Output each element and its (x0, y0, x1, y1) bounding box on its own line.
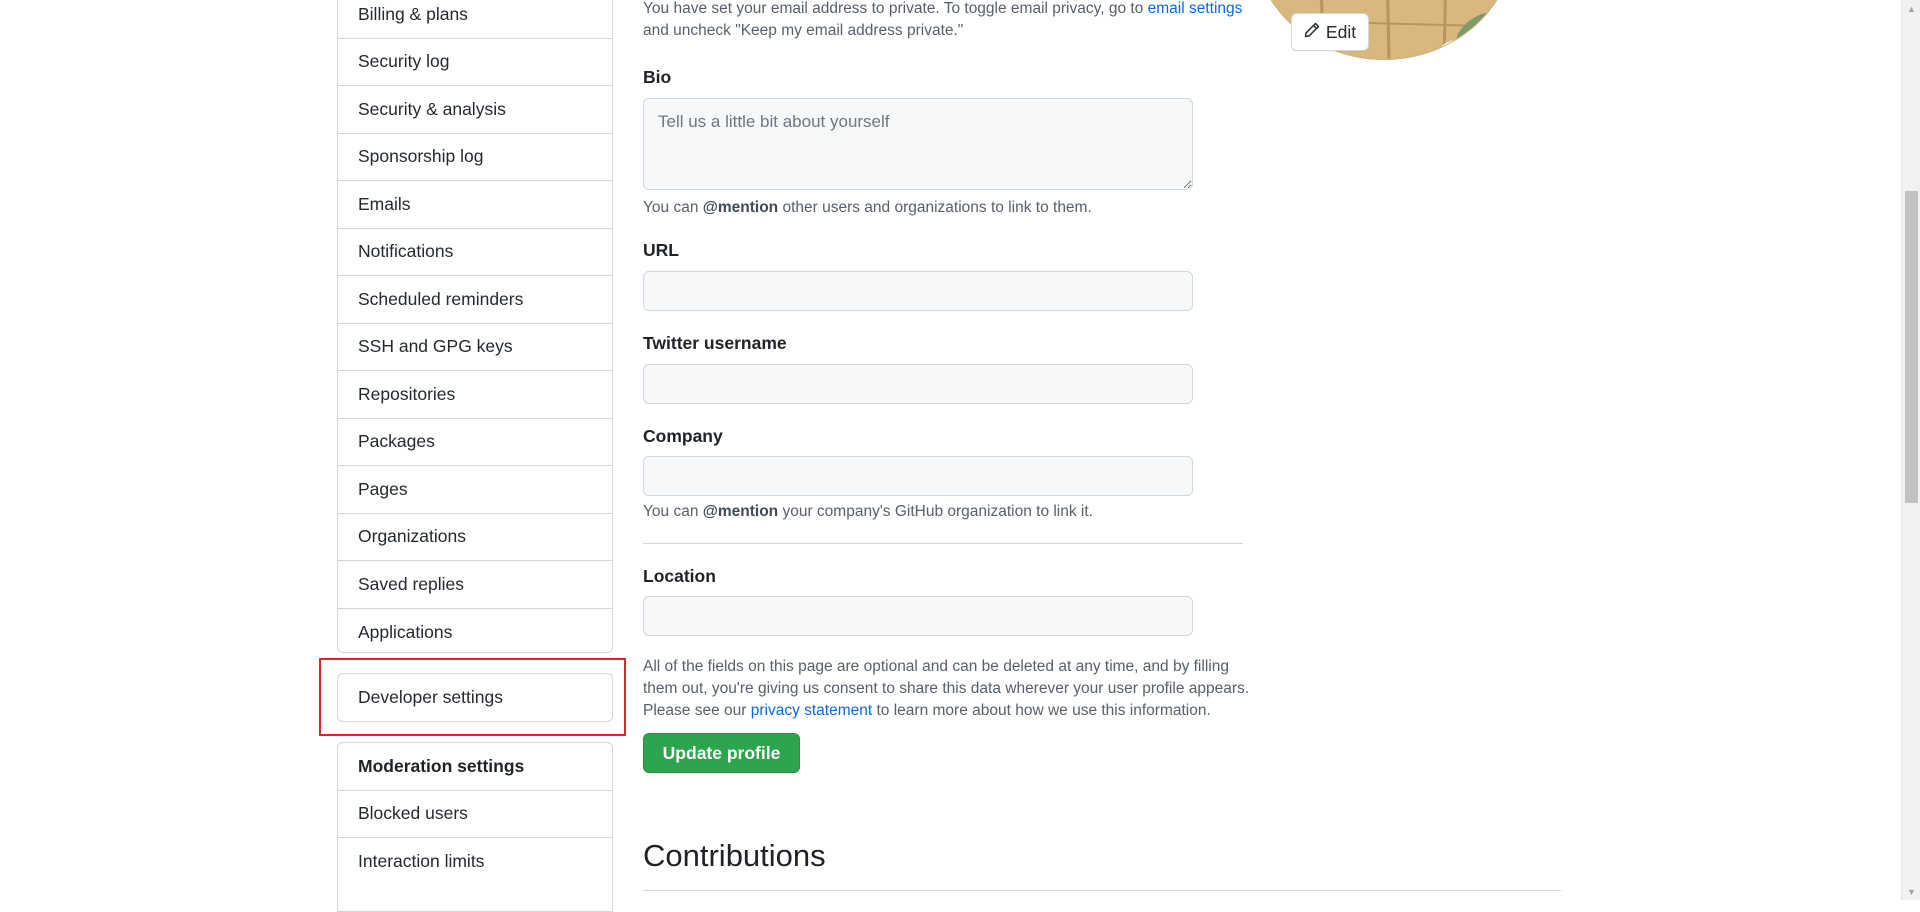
update-profile-button[interactable]: Update profile (643, 733, 800, 773)
disclaimer-line-3: Please see our (643, 702, 751, 719)
bio-note-suffix: other users and organizations to link to… (778, 199, 1092, 216)
sidebar-item-security-analysis[interactable]: Security & analysis (338, 86, 612, 134)
bio-note-mention: @mention (702, 199, 779, 216)
moderation-settings-header: Moderation settings (338, 743, 612, 791)
moderation-settings-box: Moderation settings Blocked users Intera… (337, 742, 613, 912)
sidebar-item-applications[interactable]: Applications (338, 609, 612, 653)
twitter-username-field[interactable] (643, 364, 1193, 404)
sidebar-item-sponsorship-log[interactable]: Sponsorship log (338, 134, 612, 181)
sidebar-item-label: Security log (358, 51, 450, 72)
disclaimer-line-1: All of the fields on this page are optio… (643, 658, 1229, 675)
company-note-mention: @mention (702, 503, 779, 520)
email-note-text: You have set your email address to priva… (643, 0, 1148, 17)
sidebar-item-label: Billing & plans (358, 3, 468, 24)
sidebar-item-label: Saved replies (358, 573, 465, 594)
edit-avatar-button[interactable]: Edit (1291, 13, 1369, 51)
company-note-suffix: your company's GitHub organization to li… (778, 503, 1093, 520)
sidebar-item-label: Organizations (358, 526, 466, 547)
sidebar-item-label: Emails (358, 193, 411, 214)
sidebar-item-notifications[interactable]: Notifications (338, 229, 612, 276)
sidebar-item-billing[interactable]: Billing & plans (338, 0, 612, 39)
sidebar-item-label: Pages (358, 478, 408, 499)
contributions-heading: Contributions (643, 838, 826, 873)
sidebar-item-label: SSH and GPG keys (358, 336, 513, 357)
sidebar-item-developer-settings[interactable]: Developer settings (338, 674, 612, 721)
url-field[interactable] (643, 271, 1193, 311)
sidebar-item-saved-replies[interactable]: Saved replies (338, 561, 612, 609)
sidebar-item-security-log[interactable]: Security log (338, 39, 612, 86)
sidebar-item-organizations[interactable]: Organizations (338, 514, 612, 561)
bio-label: Bio (643, 67, 672, 87)
sidebar-item-interaction-limits[interactable]: Interaction limits (338, 838, 612, 886)
company-mention-note: You can @mention your company's GitHub o… (643, 501, 1093, 523)
sidebar-item-packages[interactable]: Packages (338, 419, 612, 466)
bio-note-prefix: You can (643, 199, 703, 216)
bio-mention-note: You can @mention other users and organiz… (643, 197, 1092, 219)
page-scrollbar[interactable]: ▲ ▼ (1901, 0, 1920, 900)
sidebar-item-label: Developer settings (358, 687, 503, 707)
sidebar-item-emails[interactable]: Emails (338, 181, 612, 229)
location-field[interactable] (643, 596, 1193, 636)
edit-label: Edit (1325, 21, 1357, 42)
url-label: URL (643, 240, 679, 260)
sidebar-item-label: Scheduled reminders (358, 288, 524, 309)
sidebar-item-label: Packages (358, 431, 435, 452)
twitter-label: Twitter username (643, 333, 787, 353)
scroll-up-arrow-icon[interactable]: ▲ (1902, 0, 1920, 17)
sidebar-item-pages[interactable]: Pages (338, 466, 612, 514)
sidebar-item-label: Interaction limits (358, 851, 485, 872)
privacy-statement-link[interactable]: privacy statement (751, 702, 872, 719)
scrollbar-thumb[interactable] (1905, 191, 1918, 503)
company-label: Company (643, 426, 723, 446)
company-field[interactable] (643, 456, 1193, 496)
location-label: Location (643, 566, 716, 586)
email-settings-link[interactable]: email settings (1148, 0, 1243, 17)
sidebar-item-label: Repositories (358, 383, 456, 404)
disclaimer-line-2: them out, you're giving us consent to sh… (643, 680, 1250, 697)
profile-disclaimer: All of the fields on this page are optio… (643, 656, 1263, 722)
contributions-divider (643, 890, 1561, 891)
email-privacy-note: You have set your email address to priva… (643, 0, 1263, 42)
sidebar-item-label: Blocked users (358, 803, 468, 824)
sidebar-menu: Billing & plans Security log Security & … (337, 0, 613, 653)
bio-textarea[interactable] (643, 98, 1193, 190)
disclaimer-line-3-suffix: to learn more about how we use this info… (872, 702, 1211, 719)
sidebar-item-label: Applications (358, 621, 453, 642)
developer-settings-box: Developer settings (337, 673, 613, 722)
divider (643, 543, 1243, 544)
sidebar-item-ssh-gpg-keys[interactable]: SSH and GPG keys (338, 324, 612, 371)
sidebar-item-scheduled-reminders[interactable]: Scheduled reminders (338, 276, 612, 324)
scroll-down-arrow-icon[interactable]: ▼ (1902, 883, 1920, 900)
pencil-icon (1304, 22, 1320, 43)
sidebar-item-label: Notifications (358, 241, 454, 262)
sidebar-item-repositories[interactable]: Repositories (338, 371, 612, 419)
email-note-text-2: and uncheck "Keep my email address priva… (643, 22, 964, 39)
sidebar-item-label: Sponsorship log (358, 146, 484, 167)
sidebar-item-label: Security & analysis (358, 98, 506, 119)
sidebar-item-blocked-users[interactable]: Blocked users (338, 791, 612, 838)
company-note-prefix: You can (643, 503, 703, 520)
